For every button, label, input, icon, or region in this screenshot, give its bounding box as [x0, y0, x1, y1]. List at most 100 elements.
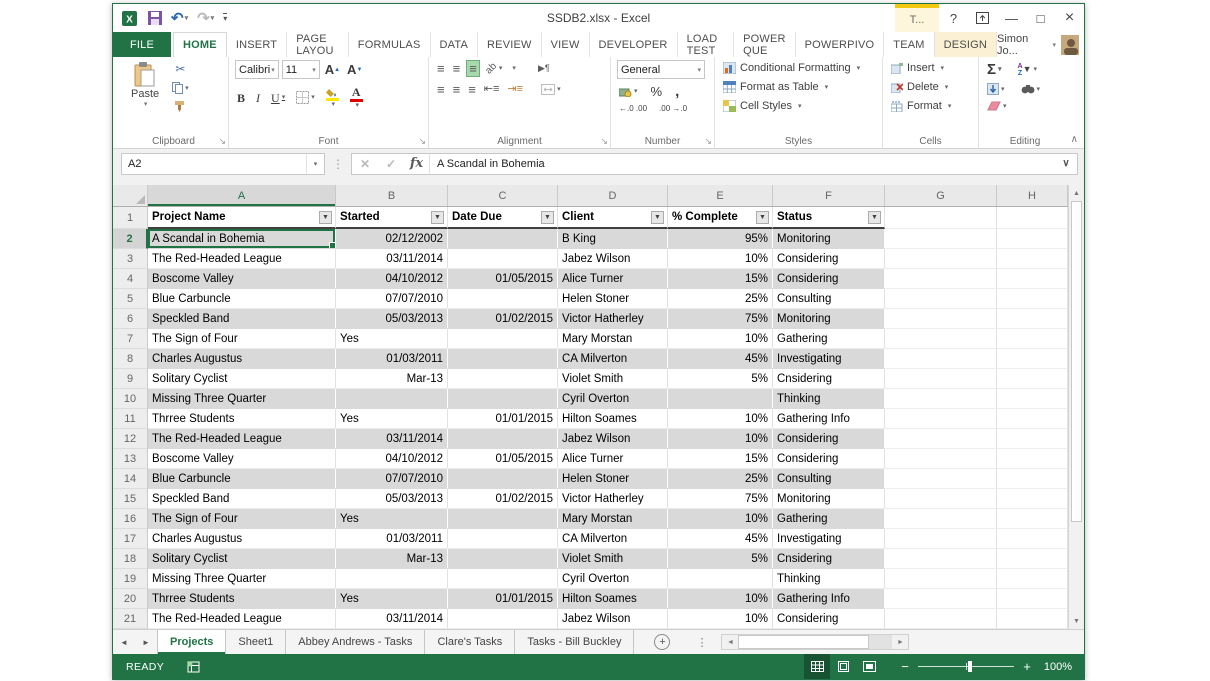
- cell-A8[interactable]: Charles Augustus: [148, 349, 336, 369]
- ribbon-tab-view[interactable]: VIEW: [542, 32, 590, 57]
- middle-align-button[interactable]: ≡: [451, 61, 463, 76]
- cell-D10[interactable]: Cyril Overton: [558, 389, 668, 409]
- row-header-4[interactable]: 4: [113, 269, 148, 289]
- next-sheet-button[interactable]: ►: [135, 630, 157, 654]
- row-header-7[interactable]: 7: [113, 329, 148, 349]
- cell-D2[interactable]: B King: [558, 229, 668, 249]
- number-format-combo[interactable]: General▾: [617, 60, 705, 79]
- bold-button[interactable]: B: [235, 91, 247, 105]
- cell-E13[interactable]: 15%: [668, 449, 773, 469]
- accounting-format-button[interactable]: [617, 86, 640, 98]
- cell-A16[interactable]: The Sign of Four: [148, 509, 336, 529]
- cell-H18[interactable]: [997, 549, 1068, 569]
- cell-E11[interactable]: 10%: [668, 409, 773, 429]
- cell-H7[interactable]: [997, 329, 1068, 349]
- cell-E3[interactable]: 10%: [668, 249, 773, 269]
- cell-F10[interactable]: Thinking: [773, 389, 885, 409]
- cell-G12[interactable]: [885, 429, 997, 449]
- cell-A6[interactable]: Speckled Band: [148, 309, 336, 329]
- cell-A17[interactable]: Charles Augustus: [148, 529, 336, 549]
- cell-C3[interactable]: [448, 249, 558, 269]
- row-header-19[interactable]: 19: [113, 569, 148, 589]
- scroll-right-button[interactable]: ►: [892, 635, 908, 649]
- zoom-in-button[interactable]: +: [1018, 659, 1036, 674]
- cell-C9[interactable]: [448, 369, 558, 389]
- sheet-tab-tasks-bill-buckley[interactable]: Tasks - Bill Buckley: [515, 630, 634, 654]
- cell-A14[interactable]: Blue Carbuncle: [148, 469, 336, 489]
- macro-record-icon[interactable]: [186, 661, 200, 673]
- scroll-left-button[interactable]: ◄: [722, 635, 738, 649]
- fill-color-button[interactable]: [324, 87, 341, 109]
- cell-B12[interactable]: 03/11/2014: [336, 429, 448, 449]
- cell-F19[interactable]: Thinking: [773, 569, 885, 589]
- cell-E6[interactable]: 75%: [668, 309, 773, 329]
- fill-button[interactable]: [985, 82, 1007, 96]
- delete-cells-button[interactable]: Delete: [889, 80, 972, 94]
- cell-D12[interactable]: Jabez Wilson: [558, 429, 668, 449]
- cell-H20[interactable]: [997, 589, 1068, 609]
- row-header-2[interactable]: 2: [113, 229, 148, 249]
- cell-D17[interactable]: CA Milverton: [558, 529, 668, 549]
- filter-button-client[interactable]: ▼: [651, 211, 664, 224]
- cell-A20[interactable]: Thrree Students: [148, 589, 336, 609]
- column-header-A[interactable]: A: [148, 185, 336, 206]
- cell-C19[interactable]: [448, 569, 558, 589]
- ribbon-tab-data[interactable]: DATA: [431, 32, 479, 57]
- maximize-button[interactable]: □: [1026, 4, 1055, 32]
- minimize-button[interactable]: —: [997, 4, 1026, 32]
- cell-E10[interactable]: [668, 389, 773, 409]
- cell-E8[interactable]: 45%: [668, 349, 773, 369]
- cell-E19[interactable]: [668, 569, 773, 589]
- sheet-tab-projects[interactable]: Projects: [157, 630, 226, 654]
- cell-C2[interactable]: [448, 229, 558, 249]
- cell-C16[interactable]: [448, 509, 558, 529]
- conditional-formatting-button[interactable]: Conditional Formatting: [721, 61, 876, 75]
- format-cells-button[interactable]: Format: [889, 99, 972, 113]
- cell-B13[interactable]: 04/10/2012: [336, 449, 448, 469]
- horizontal-scroll-thumb[interactable]: [738, 635, 868, 649]
- cell-B21[interactable]: 03/11/2014: [336, 609, 448, 629]
- cell-C7[interactable]: [448, 329, 558, 349]
- ribbon-tab-home[interactable]: HOME: [173, 32, 227, 57]
- merge-center-button[interactable]: [539, 83, 563, 96]
- cell-F13[interactable]: Considering: [773, 449, 885, 469]
- column-header-G[interactable]: G: [885, 185, 997, 206]
- cell-G16[interactable]: [885, 509, 997, 529]
- orientation-button[interactable]: ab: [484, 63, 505, 75]
- clear-button[interactable]: [985, 100, 1009, 112]
- row-header-10[interactable]: 10: [113, 389, 148, 409]
- cell-F2[interactable]: Monitoring: [773, 229, 885, 249]
- cell-A7[interactable]: The Sign of Four: [148, 329, 336, 349]
- cell-D18[interactable]: Violet Smith: [558, 549, 668, 569]
- italic-button[interactable]: I: [254, 91, 262, 105]
- cell-D7[interactable]: Mary Morstan: [558, 329, 668, 349]
- cell-E16[interactable]: 10%: [668, 509, 773, 529]
- row-header-6[interactable]: 6: [113, 309, 148, 329]
- cell-C12[interactable]: [448, 429, 558, 449]
- undo-button[interactable]: ↶▾: [171, 11, 188, 26]
- insert-cells-button[interactable]: Insert: [889, 61, 972, 75]
- cell-D15[interactable]: Victor Hatherley: [558, 489, 668, 509]
- vertical-scroll-thumb[interactable]: [1071, 201, 1082, 522]
- cell-C17[interactable]: [448, 529, 558, 549]
- account-area[interactable]: Simon Jo... ▾: [997, 32, 1084, 57]
- cell-H16[interactable]: [997, 509, 1068, 529]
- row-header-3[interactable]: 3: [113, 249, 148, 269]
- table-header-complete[interactable]: % Complete▼: [668, 207, 773, 229]
- cell-G17[interactable]: [885, 529, 997, 549]
- cell-D16[interactable]: Mary Morstan: [558, 509, 668, 529]
- cell-H17[interactable]: [997, 529, 1068, 549]
- zoom-slider-thumb[interactable]: [968, 661, 972, 672]
- cell-G15[interactable]: [885, 489, 997, 509]
- redo-button[interactable]: ↷▾: [197, 11, 214, 26]
- cell-B20[interactable]: Yes: [336, 589, 448, 609]
- cell-G8[interactable]: [885, 349, 997, 369]
- column-header-F[interactable]: F: [773, 185, 885, 206]
- cell-E2[interactable]: 95%: [668, 229, 773, 249]
- cell-E21[interactable]: 10%: [668, 609, 773, 629]
- zoom-out-button[interactable]: −: [896, 659, 914, 674]
- wrap-text-button[interactable]: ▶¶: [536, 63, 552, 74]
- cell-F5[interactable]: Consulting: [773, 289, 885, 309]
- row-header-9[interactable]: 9: [113, 369, 148, 389]
- row-header-16[interactable]: 16: [113, 509, 148, 529]
